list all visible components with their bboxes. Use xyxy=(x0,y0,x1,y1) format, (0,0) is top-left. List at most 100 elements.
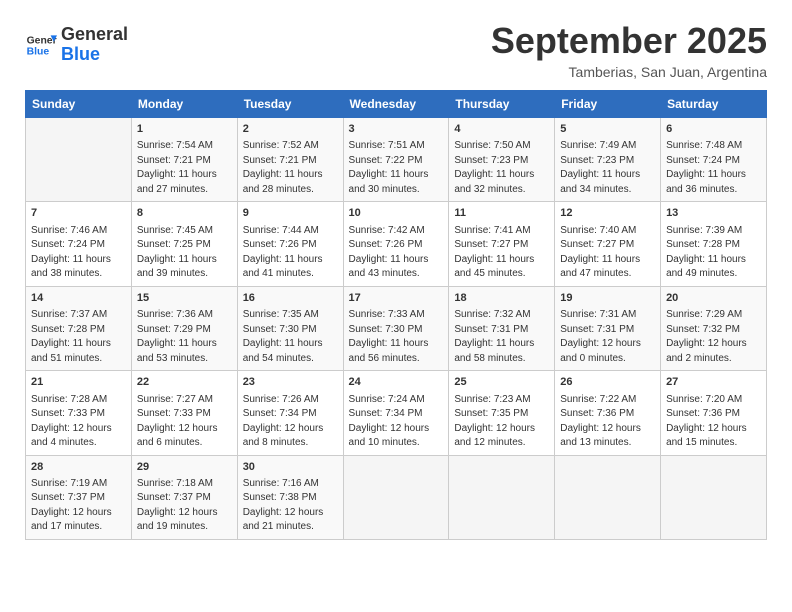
svg-text:Blue: Blue xyxy=(27,46,50,57)
calendar-cell: 1 Sunrise: 7:54 AMSunset: 7:21 PMDaylight… xyxy=(131,118,237,202)
calendar-cell: 27 Sunrise: 7:20 AMSunset: 7:36 PMDayligh… xyxy=(661,371,767,455)
calendar-cell: 9 Sunrise: 7:44 AMSunset: 7:26 PMDaylight… xyxy=(237,202,343,286)
logo-text: General Blue xyxy=(61,25,128,65)
calendar-week-row: 14 Sunrise: 7:37 AMSunset: 7:28 PMDayligh… xyxy=(26,286,767,370)
day-number: 27 xyxy=(666,375,761,390)
day-info: Sunrise: 7:29 AMSunset: 7:32 PMDaylight:… xyxy=(666,308,761,366)
calendar-cell: 23Sunrise: 7:26 AMSunset: 7:34 PMDayligh… xyxy=(237,371,343,455)
day-info: Sunrise: 7:19 AMSunset: 7:37 PMDaylight:… xyxy=(31,477,126,535)
calendar-cell xyxy=(555,455,661,539)
day-number: 24 xyxy=(349,375,444,390)
day-number: 29 xyxy=(137,460,232,475)
calendar-cell: 15 Sunrise: 7:36 AMSunset: 7:29 PMDayligh… xyxy=(131,286,237,370)
calendar-week-row: 1 Sunrise: 7:54 AMSunset: 7:21 PMDaylight… xyxy=(26,118,767,202)
day-number: 21 xyxy=(31,375,126,390)
day-number: 8 xyxy=(137,206,232,221)
day-number: 11 xyxy=(454,206,549,221)
day-info: Sunrise: 7:32 AMSunset: 7:31 PMDaylight:… xyxy=(454,308,549,366)
day-info: Sunrise: 7:16 AMSunset: 7:38 PMDaylight:… xyxy=(243,477,338,535)
day-info: Sunrise: 7:33 AMSunset: 7:30 PMDaylight:… xyxy=(349,308,444,366)
day-number: 26 xyxy=(560,375,655,390)
calendar-cell: 21Sunrise: 7:28 AMSunset: 7:33 PMDayligh… xyxy=(26,371,132,455)
calendar-cell: 4 Sunrise: 7:50 AMSunset: 7:23 PMDaylight… xyxy=(449,118,555,202)
calendar-cell: 8 Sunrise: 7:45 AMSunset: 7:25 PMDaylight… xyxy=(131,202,237,286)
day-info: Sunrise: 7:39 AMSunset: 7:28 PMDaylight:… xyxy=(666,224,761,282)
header: General Blue General Blue September 2025… xyxy=(25,20,767,80)
day-info: Sunrise: 7:22 AMSunset: 7:36 PMDaylight:… xyxy=(560,393,655,451)
calendar-cell: 28 Sunrise: 7:19 AMSunset: 7:37 PMDayligh… xyxy=(26,455,132,539)
calendar-cell: 25Sunrise: 7:23 AMSunset: 7:35 PMDayligh… xyxy=(449,371,555,455)
calendar-cell: 17 Sunrise: 7:33 AMSunset: 7:30 PMDayligh… xyxy=(343,286,449,370)
calendar-cell: 5 Sunrise: 7:49 AMSunset: 7:23 PMDaylight… xyxy=(555,118,661,202)
day-number: 3 xyxy=(349,122,444,137)
day-info: Sunrise: 7:52 AMSunset: 7:21 PMDaylight:… xyxy=(243,139,338,197)
day-number: 18 xyxy=(454,291,549,306)
calendar-week-row: 21Sunrise: 7:28 AMSunset: 7:33 PMDayligh… xyxy=(26,371,767,455)
day-info: Sunrise: 7:35 AMSunset: 7:30 PMDaylight:… xyxy=(243,308,338,366)
calendar-cell xyxy=(343,455,449,539)
calendar-cell xyxy=(661,455,767,539)
day-number: 4 xyxy=(454,122,549,137)
month-title: September 2025 xyxy=(491,20,767,62)
calendar-cell: 6Sunrise: 7:48 AMSunset: 7:24 PMDaylight… xyxy=(661,118,767,202)
calendar-cell: 20 Sunrise: 7:29 AMSunset: 7:32 PMDayligh… xyxy=(661,286,767,370)
day-info: Sunrise: 7:37 AMSunset: 7:28 PMDaylight:… xyxy=(31,308,126,366)
day-info: Sunrise: 7:31 AMSunset: 7:31 PMDaylight:… xyxy=(560,308,655,366)
calendar-cell: 13 Sunrise: 7:39 AMSunset: 7:28 PMDayligh… xyxy=(661,202,767,286)
weekday-header-thursday: Thursday xyxy=(449,91,555,118)
day-info: Sunrise: 7:20 AMSunset: 7:36 PMDaylight:… xyxy=(666,393,761,451)
weekday-header-tuesday: Tuesday xyxy=(237,91,343,118)
calendar-cell: 11Sunrise: 7:41 AMSunset: 7:27 PMDayligh… xyxy=(449,202,555,286)
day-info: Sunrise: 7:40 AMSunset: 7:27 PMDaylight:… xyxy=(560,224,655,282)
calendar-cell xyxy=(26,118,132,202)
day-info: Sunrise: 7:51 AMSunset: 7:22 PMDaylight:… xyxy=(349,139,444,197)
day-info: Sunrise: 7:50 AMSunset: 7:23 PMDaylight:… xyxy=(454,139,549,197)
day-info: Sunrise: 7:54 AMSunset: 7:21 PMDaylight:… xyxy=(137,139,232,197)
calendar-cell: 2 Sunrise: 7:52 AMSunset: 7:21 PMDaylight… xyxy=(237,118,343,202)
calendar-cell: 16Sunrise: 7:35 AMSunset: 7:30 PMDayligh… xyxy=(237,286,343,370)
weekday-header-row: SundayMondayTuesdayWednesdayThursdayFrid… xyxy=(26,91,767,118)
calendar-week-row: 7Sunrise: 7:46 AMSunset: 7:24 PMDaylight… xyxy=(26,202,767,286)
weekday-header-monday: Monday xyxy=(131,91,237,118)
weekday-header-friday: Friday xyxy=(555,91,661,118)
day-number: 14 xyxy=(31,291,126,306)
day-info: Sunrise: 7:36 AMSunset: 7:29 PMDaylight:… xyxy=(137,308,232,366)
day-info: Sunrise: 7:45 AMSunset: 7:25 PMDaylight:… xyxy=(137,224,232,282)
calendar-cell: 12 Sunrise: 7:40 AMSunset: 7:27 PMDayligh… xyxy=(555,202,661,286)
calendar-cell: 3 Sunrise: 7:51 AMSunset: 7:22 PMDaylight… xyxy=(343,118,449,202)
title-block: September 2025 Tamberias, San Juan, Arge… xyxy=(491,20,767,80)
day-number: 6 xyxy=(666,122,761,137)
day-info: Sunrise: 7:23 AMSunset: 7:35 PMDaylight:… xyxy=(454,393,549,451)
calendar-cell: 22 Sunrise: 7:27 AMSunset: 7:33 PMDayligh… xyxy=(131,371,237,455)
day-number: 28 xyxy=(31,460,126,475)
weekday-header-wednesday: Wednesday xyxy=(343,91,449,118)
calendar-week-row: 28 Sunrise: 7:19 AMSunset: 7:37 PMDayligh… xyxy=(26,455,767,539)
calendar-cell: 24 Sunrise: 7:24 AMSunset: 7:34 PMDayligh… xyxy=(343,371,449,455)
day-number: 20 xyxy=(666,291,761,306)
day-number: 22 xyxy=(137,375,232,390)
day-info: Sunrise: 7:24 AMSunset: 7:34 PMDaylight:… xyxy=(349,393,444,451)
day-info: Sunrise: 7:18 AMSunset: 7:37 PMDaylight:… xyxy=(137,477,232,535)
day-number: 2 xyxy=(243,122,338,137)
day-info: Sunrise: 7:27 AMSunset: 7:33 PMDaylight:… xyxy=(137,393,232,451)
day-number: 5 xyxy=(560,122,655,137)
calendar-cell: 10Sunrise: 7:42 AMSunset: 7:26 PMDayligh… xyxy=(343,202,449,286)
day-number: 15 xyxy=(137,291,232,306)
calendar-table: SundayMondayTuesdayWednesdayThursdayFrid… xyxy=(25,90,767,540)
day-number: 13 xyxy=(666,206,761,221)
day-number: 10 xyxy=(349,206,444,221)
day-info: Sunrise: 7:49 AMSunset: 7:23 PMDaylight:… xyxy=(560,139,655,197)
day-number: 17 xyxy=(349,291,444,306)
day-number: 30 xyxy=(243,460,338,475)
day-info: Sunrise: 7:44 AMSunset: 7:26 PMDaylight:… xyxy=(243,224,338,282)
day-info: Sunrise: 7:26 AMSunset: 7:34 PMDaylight:… xyxy=(243,393,338,451)
day-number: 12 xyxy=(560,206,655,221)
calendar-cell: 7Sunrise: 7:46 AMSunset: 7:24 PMDaylight… xyxy=(26,202,132,286)
day-info: Sunrise: 7:46 AMSunset: 7:24 PMDaylight:… xyxy=(31,224,126,282)
weekday-header-sunday: Sunday xyxy=(26,91,132,118)
day-number: 1 xyxy=(137,122,232,137)
day-number: 9 xyxy=(243,206,338,221)
calendar-cell: 29 Sunrise: 7:18 AMSunset: 7:37 PMDayligh… xyxy=(131,455,237,539)
calendar-cell: 18 Sunrise: 7:32 AMSunset: 7:31 PMDayligh… xyxy=(449,286,555,370)
day-number: 19 xyxy=(560,291,655,306)
